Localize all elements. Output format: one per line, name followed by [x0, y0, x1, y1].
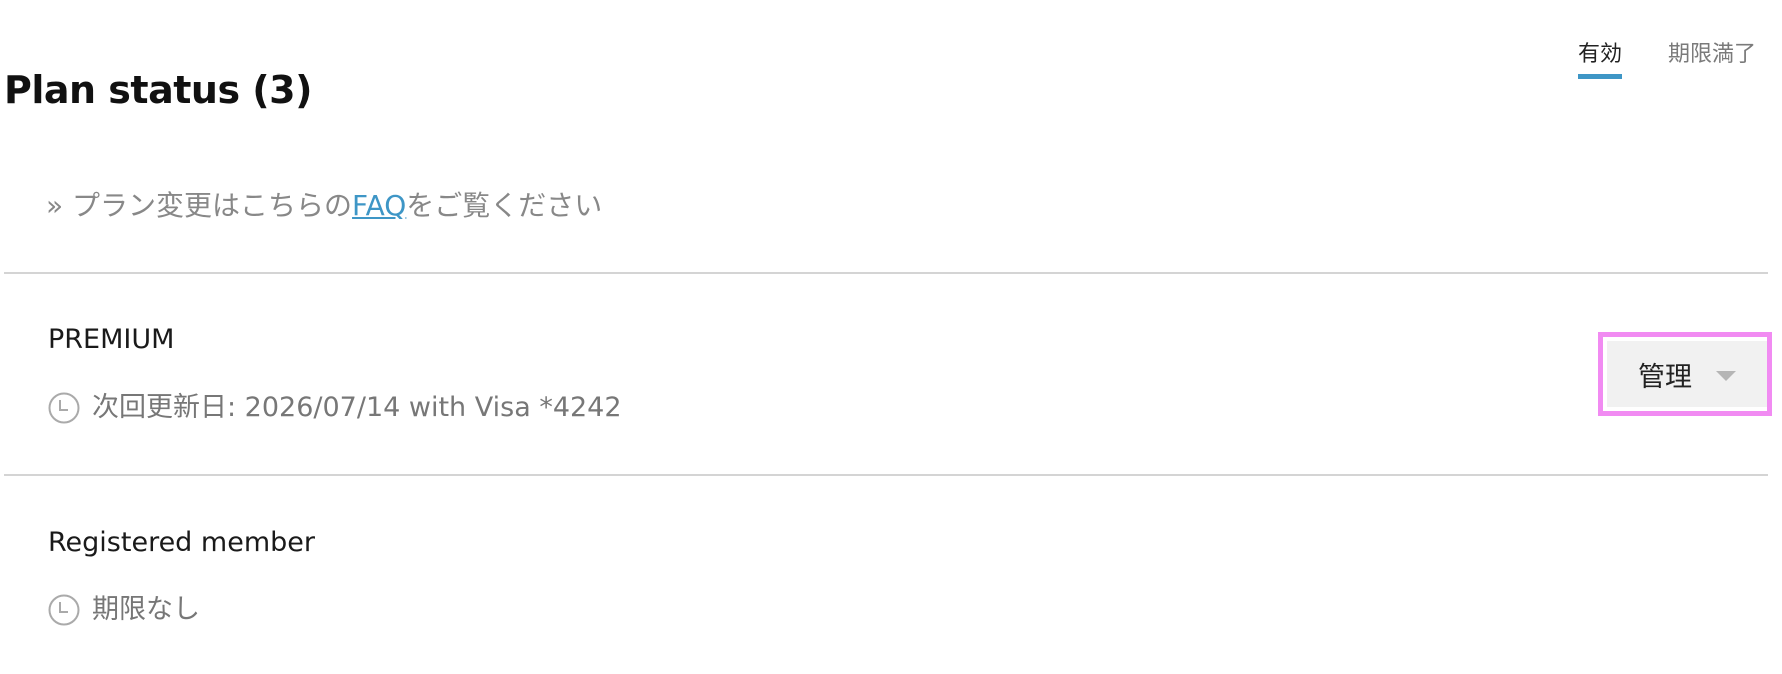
manage-button-label: 管理 [1638, 361, 1692, 393]
plan-expiry-info: 期限なし [48, 592, 200, 628]
status-tabs: 有効 期限満了 [1577, 40, 1756, 79]
tab-expired[interactable]: 期限満了 [1668, 40, 1756, 79]
clock-icon [48, 594, 80, 626]
page-title: Plan status (3) [4, 68, 312, 113]
tab-active[interactable]: 有効 [1577, 40, 1622, 79]
caret-down-icon [1716, 371, 1736, 381]
faq-note-suffix: をご覧ください [406, 189, 603, 222]
faq-note-prefix: » プラン変更はこちらの [46, 189, 353, 222]
manage-dropdown-button[interactable]: 管理 [1607, 341, 1767, 407]
plan-expiry-text: 期限なし [92, 594, 200, 625]
plan-name-premium: PREMIUM [48, 324, 175, 355]
plan-name-registered: Registered member [48, 527, 315, 558]
plan-renewal-info: 次回更新日: 2026/07/14 with Visa *4242 [48, 390, 622, 426]
clock-icon [48, 392, 80, 424]
divider [4, 272, 1768, 274]
faq-link[interactable]: FAQ [352, 189, 406, 222]
plan-renewal-text: 次回更新日: 2026/07/14 with Visa *4242 [92, 392, 622, 423]
divider [4, 474, 1768, 476]
faq-note: » プラン変更はこちらのFAQをご覧ください [46, 186, 602, 226]
